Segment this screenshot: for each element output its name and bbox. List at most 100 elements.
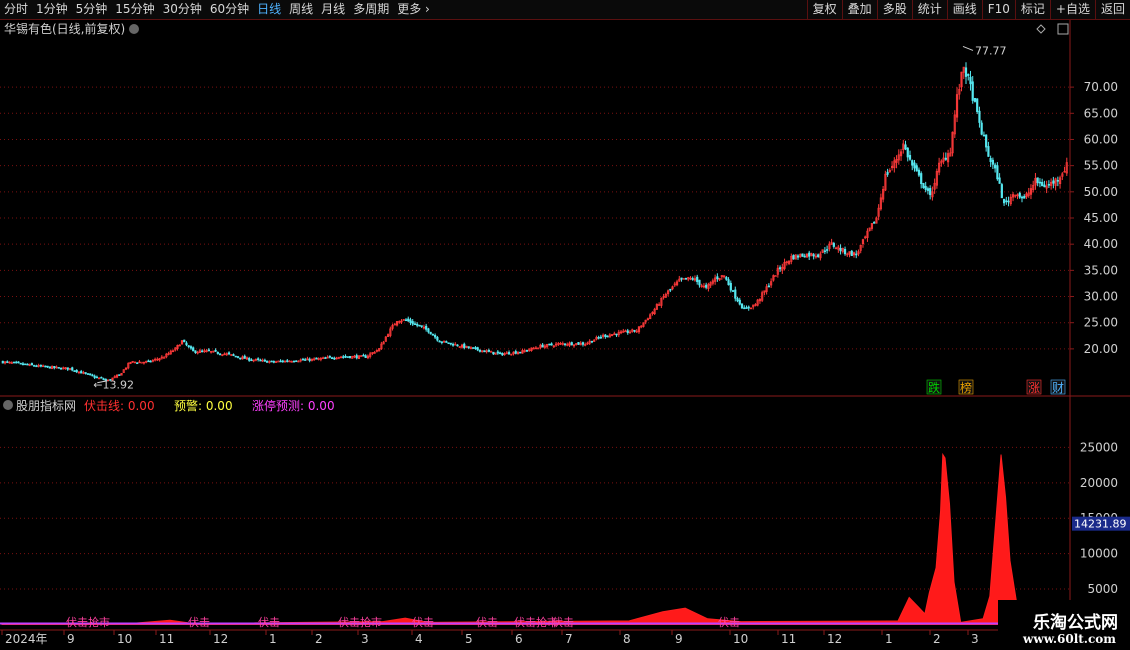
period-tab-8[interactable]: 月线: [317, 0, 349, 19]
candle-body-40: [91, 374, 94, 377]
candle-body-374: [839, 247, 842, 252]
candle-body-8: [19, 362, 22, 365]
low-price-label: ←13.92: [93, 379, 134, 392]
toolbar-button-5[interactable]: F10: [981, 0, 1015, 19]
event-marker-0[interactable]: 跌: [928, 380, 940, 395]
candle-body-389: [873, 222, 876, 224]
candle-body-223: [501, 352, 504, 356]
period-tab-3[interactable]: 15分钟: [111, 0, 158, 19]
candle-body-469: [1052, 180, 1055, 184]
x-tick-label-6: 2: [315, 632, 323, 646]
toolbar-button-3[interactable]: 统计: [911, 0, 947, 19]
candle-body-440: [987, 146, 990, 157]
x-tick-label-11: 7: [565, 632, 573, 646]
candle-body-187: [420, 325, 423, 327]
candle-body-104: [234, 355, 237, 358]
toolbar-button-1[interactable]: 叠加: [841, 0, 877, 19]
period-tab-5[interactable]: 60分钟: [206, 0, 253, 19]
toolbar-button-0[interactable]: 复权: [806, 0, 842, 19]
candle-body-115: [259, 359, 262, 362]
candle-body-148: [333, 357, 336, 360]
candle-body-189: [425, 325, 428, 330]
event-marker-2[interactable]: 涨: [1028, 380, 1040, 395]
candle-body-62: [140, 361, 143, 364]
candle-body-395: [886, 171, 889, 175]
x-tick-label-13: 9: [675, 632, 683, 646]
panel-toggle-icon[interactable]: [1057, 23, 1069, 35]
x-tick-label-3: 11: [159, 632, 174, 646]
signal-label-7: 伏击: [552, 615, 574, 629]
toolbar-button-7[interactable]: +自选: [1049, 0, 1095, 19]
candle-body-135: [304, 359, 307, 361]
candle-body-140: [315, 357, 318, 360]
signal-label-5: 伏击: [476, 615, 498, 629]
candle-body-154: [346, 356, 349, 358]
indicator-area-series: [0, 452, 1018, 625]
x-tick-label-16: 12: [827, 632, 842, 646]
candle-body-180: [404, 319, 408, 322]
toolbar-button-6[interactable]: 标记: [1014, 0, 1050, 19]
candle-body-445: [998, 177, 1001, 184]
candle-body-65: [147, 360, 150, 363]
candle-body-101: [227, 352, 231, 355]
x-tick-label-17: 1: [885, 632, 893, 646]
period-tab-10[interactable]: 更多 ›: [393, 0, 434, 19]
candle-body-106: [239, 357, 242, 360]
candle-body-367: [823, 250, 826, 253]
candle-body-161: [362, 354, 365, 357]
candle-body-371: [832, 243, 835, 247]
period-tab-1[interactable]: 1分钟: [32, 0, 72, 19]
candle-body-421: [944, 157, 947, 160]
x-tick-label-1: 9: [67, 632, 75, 646]
toolbar-button-4[interactable]: 画线: [946, 0, 982, 19]
candle-body-229: [514, 351, 517, 354]
candle-body-217: [487, 350, 490, 352]
candle-body-105: [236, 356, 240, 358]
sub-panel-item-2: 涨停预测: 0.00: [252, 398, 335, 413]
event-marker-3[interactable]: 财: [1052, 381, 1064, 395]
diamond-icon[interactable]: [1036, 24, 1046, 34]
event-marker-1[interactable]: 榜: [960, 380, 972, 395]
candle-body-85: [192, 347, 195, 352]
candle-body-182: [409, 319, 412, 323]
period-tab-0[interactable]: 分时: [0, 0, 32, 19]
period-tab-7[interactable]: 周线: [285, 0, 317, 19]
sub-tick-label-4: 25000: [1080, 440, 1118, 454]
toolbar-button-8[interactable]: 返回: [1094, 0, 1130, 19]
sub-tick-label-3: 20000: [1080, 476, 1118, 490]
candle-body-310: [696, 276, 699, 283]
sub-panel-dropdown-icon[interactable]: [3, 400, 13, 410]
candle-body-455: [1020, 196, 1024, 199]
candle-body-331: [743, 307, 746, 310]
candle-body-279: [626, 330, 629, 333]
candle-body-446: [1000, 184, 1003, 199]
candle-body-360: [808, 252, 811, 257]
main-tick-label-10: 70.00: [1084, 80, 1118, 94]
candle-body-357: [801, 253, 804, 257]
candle-body-443: [994, 164, 997, 169]
x-tick-label-4: 12: [213, 632, 228, 646]
period-tab-4[interactable]: 30分钟: [159, 0, 206, 19]
candle-body-195: [438, 340, 441, 343]
period-tab-6[interactable]: 日线: [253, 0, 285, 19]
candle-body-146: [328, 356, 331, 358]
candle-body-447: [1002, 198, 1006, 204]
candle-body-155: [348, 356, 352, 359]
candle-body-266: [597, 337, 600, 339]
candle-body-330: [740, 303, 744, 309]
candle-body-198: [445, 341, 448, 343]
period-tab-2[interactable]: 5分钟: [72, 0, 112, 19]
kline-chart[interactable]: 20.00 25.00 30.00 35.00 40.00 45.00 50.00 55.00…: [0, 20, 1130, 650]
candle-body-308: [691, 278, 694, 280]
candle-body-127: [286, 360, 289, 362]
candle-body-153: [344, 355, 347, 358]
period-tab-9[interactable]: 多周期: [349, 0, 393, 19]
high-pointer: [962, 45, 974, 51]
candle-body-219: [492, 351, 495, 355]
title-dropdown-icon[interactable]: [129, 24, 139, 34]
candle-body-114: [257, 358, 260, 360]
candle-body-406: [911, 160, 914, 166]
candle-body-20: [46, 365, 49, 368]
toolbar-button-2[interactable]: 多股: [876, 0, 912, 19]
candle-body-215: [483, 350, 486, 353]
